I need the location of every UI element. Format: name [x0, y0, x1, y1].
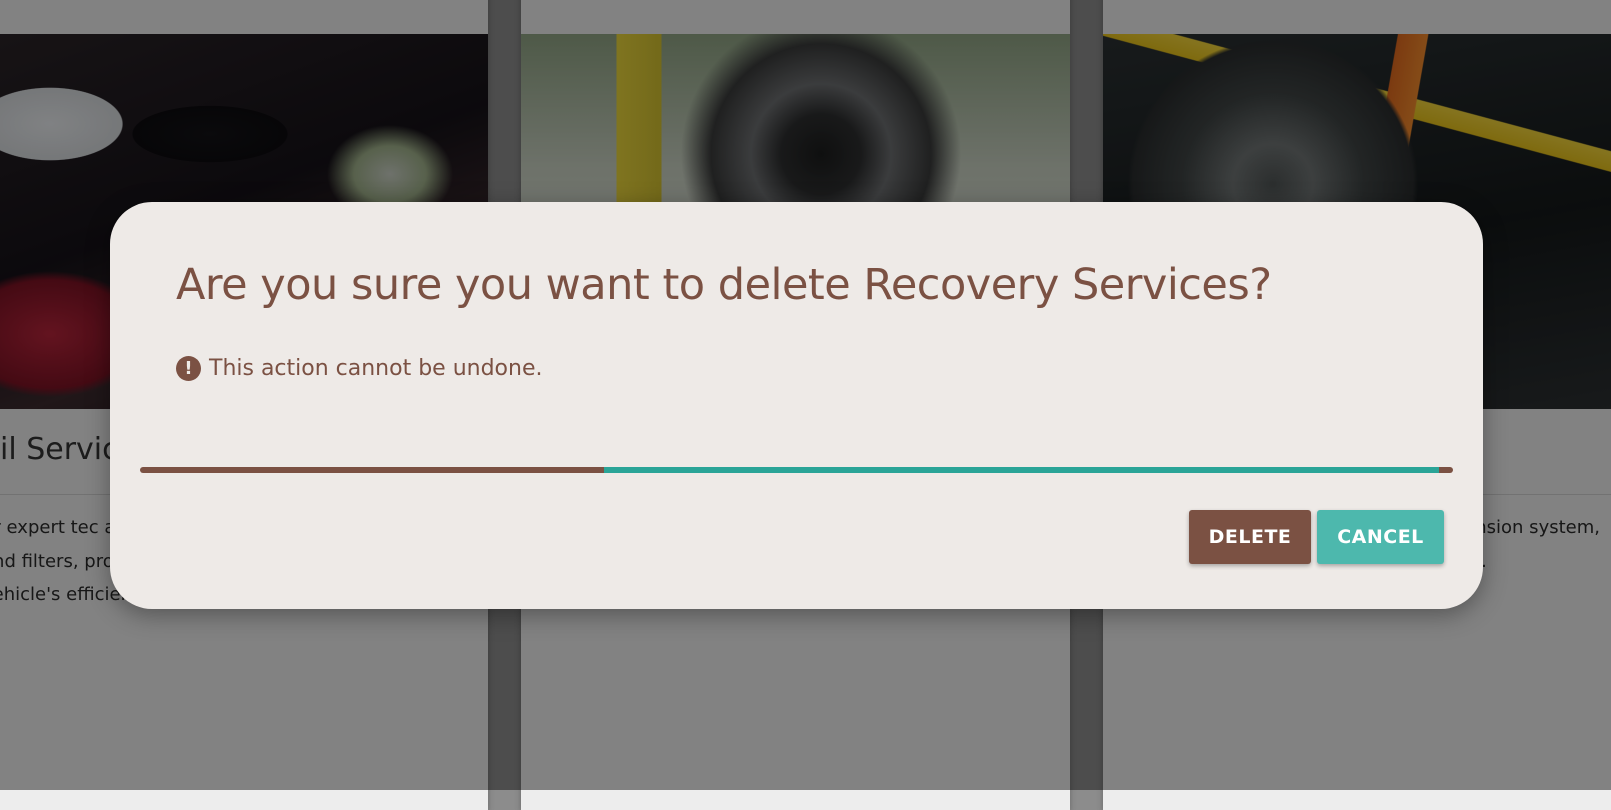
warning-text: This action cannot be undone.	[209, 356, 543, 381]
warning-message: ! This action cannot be undone.	[176, 356, 542, 381]
cancel-button[interactable]: CANCEL	[1317, 510, 1444, 564]
countdown-progress-fill	[604, 467, 1439, 473]
dialog-title: Are you sure you want to delete Recovery…	[176, 260, 1272, 310]
countdown-progress-bar	[140, 467, 1453, 473]
exclamation-circle-icon: !	[176, 356, 201, 381]
delete-confirmation-dialog: Are you sure you want to delete Recovery…	[110, 202, 1483, 609]
delete-button[interactable]: DELETE	[1189, 510, 1311, 564]
